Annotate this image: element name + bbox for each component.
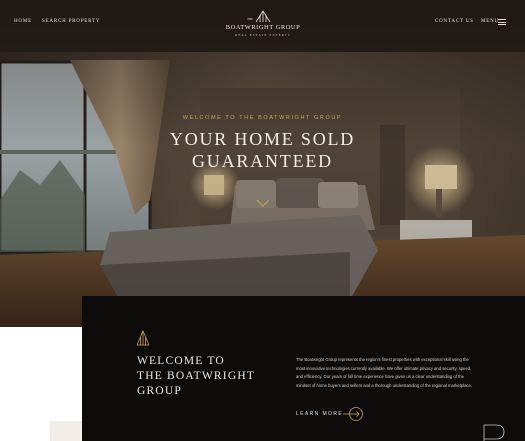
logo-tagline: REAL ESTATE EXPERTS (235, 33, 291, 37)
site-logo[interactable]: THE BOATWRIGHT GROUP REAL ESTATE EXPERTS (220, 8, 306, 40)
top-navigation: HOME SEARCH PROPERTY THE BOATWRIGHT GROU… (0, 0, 525, 48)
arrow-right-circle-icon (343, 407, 363, 421)
nav-search-property-link[interactable]: SEARCH PROPERTY (42, 19, 100, 24)
corner-decoration-icon (483, 424, 505, 441)
welcome-heading-line-1: WELCOME TO (137, 355, 225, 367)
learn-more-button[interactable]: LEARN MORE (296, 406, 376, 422)
welcome-heading-line-2: THE BOATWRIGHT (137, 370, 256, 382)
chevron-down-icon[interactable] (256, 199, 270, 207)
hamburger-icon (498, 19, 506, 25)
hero-eyebrow: WELCOME TO THE BOATWRIGHT GROUP (182, 115, 343, 121)
logo-name: BOATWRIGHT GROUP (225, 24, 301, 31)
menu-label: MENU (481, 19, 499, 24)
hero-title-line-1: YOUR HOME SOLD (169, 129, 356, 149)
hero-title-line-2: GUARANTEED (192, 151, 333, 171)
welcome-heading: WELCOME TO THE BOATWRIGHT GROUP (137, 354, 277, 399)
nav-home-link[interactable]: HOME (14, 19, 32, 24)
logo-the-text: THE (247, 17, 253, 21)
hero-title: YOUR HOME SOLD GUARANTEED (140, 128, 385, 172)
learn-more-label: LEARN MORE (296, 411, 344, 417)
welcome-body-text: The Boatwright Group represents the regi… (296, 357, 472, 388)
welcome-heading-line-3: GROUP (137, 385, 182, 397)
nav-contact-link[interactable]: CONTACT US (435, 19, 474, 24)
building-columns-icon (136, 329, 150, 346)
menu-button[interactable]: MENU (480, 15, 510, 29)
